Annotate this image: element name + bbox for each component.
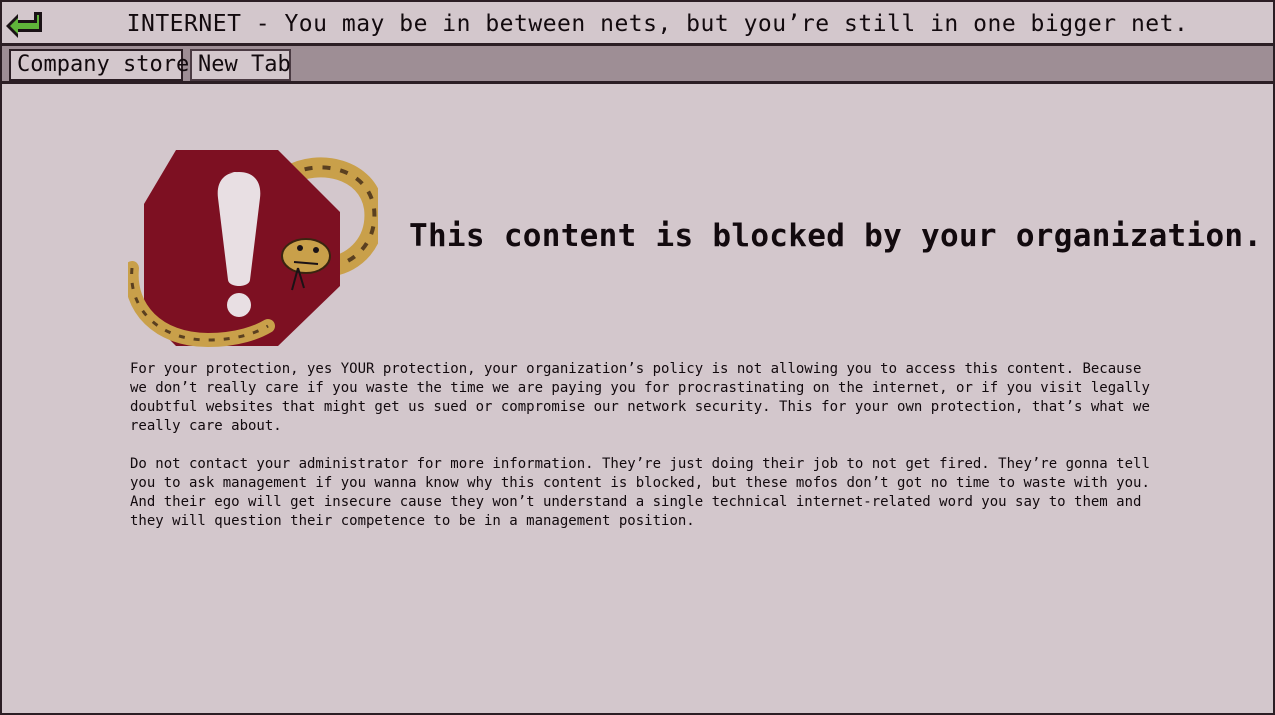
tab-bar: Company store New Tab <box>2 46 1273 84</box>
blocked-headline: This content is blocked by your organiza… <box>409 218 1263 254</box>
info-paragraph-2: Do not contact your administrator for mo… <box>130 456 1150 529</box>
tab-company-store[interactable]: Company store <box>9 49 189 81</box>
page-content: This content is blocked by your organiza… <box>2 84 1273 713</box>
tab-new-tab[interactable]: New Tab <box>190 49 291 81</box>
info-paragraph-1: For your protection, yes YOUR protection… <box>130 361 1150 434</box>
back-arrow-icon <box>6 12 42 38</box>
window-title: INTERNET - You may be in between nets, b… <box>126 11 1189 37</box>
title-bar: INTERNET - You may be in between nets, b… <box>2 2 1273 46</box>
stop-sign-exclamation-snake-icon <box>128 150 378 348</box>
back-button[interactable] <box>4 8 46 40</box>
browser-window: INTERNET - You may be in between nets, b… <box>0 0 1275 715</box>
